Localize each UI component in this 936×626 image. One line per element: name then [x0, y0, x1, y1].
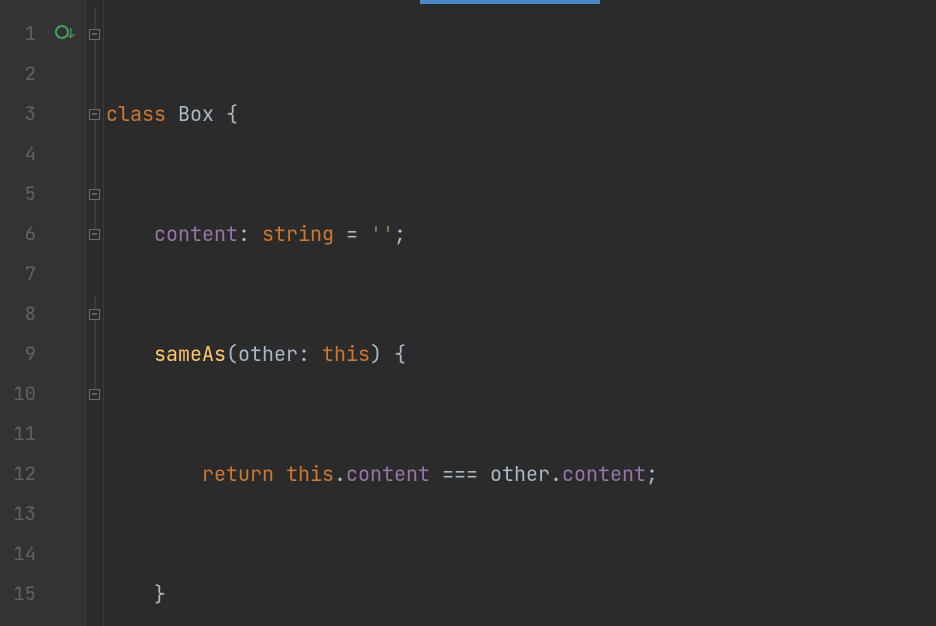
implements-navigation-icon[interactable]: ↓ — [55, 25, 73, 43]
line-number: 2 — [0, 54, 42, 94]
code-line[interactable]: content: string = ''; — [106, 214, 936, 254]
code-editor[interactable]: 1 2 3 4 5 6 7 8 9 10 11 12 13 14 15 ↓ — [0, 0, 936, 626]
fold-toggle-icon[interactable] — [89, 109, 100, 120]
fold-gutter — [86, 0, 104, 626]
line-number: 5 — [0, 174, 42, 214]
line-number: 7 — [0, 254, 42, 294]
fold-end-icon[interactable] — [89, 229, 100, 240]
line-number: 4 — [0, 134, 42, 174]
line-number: 1 — [0, 14, 42, 54]
fold-end-icon[interactable] — [89, 189, 100, 200]
line-number: 14 — [0, 534, 42, 574]
code-area[interactable]: class Box { content: string = ''; sameAs… — [104, 0, 936, 626]
fold-toggle-icon[interactable] — [89, 29, 100, 40]
line-number: 13 — [0, 494, 42, 534]
fold-toggle-icon[interactable] — [89, 309, 100, 320]
line-number: 10 — [0, 374, 42, 414]
line-number: 9 — [0, 334, 42, 374]
code-line[interactable]: return this.content === other.content; — [106, 454, 936, 494]
line-number: 15 — [0, 574, 42, 614]
code-line[interactable]: } — [106, 574, 936, 614]
code-line[interactable]: class Box { — [106, 94, 936, 134]
line-number: 12 — [0, 454, 42, 494]
line-number-gutter: 1 2 3 4 5 6 7 8 9 10 11 12 13 14 15 — [0, 0, 42, 626]
line-number: 6 — [0, 214, 42, 254]
fold-end-icon[interactable] — [89, 389, 100, 400]
line-number: 8 — [0, 294, 42, 334]
line-number: 11 — [0, 414, 42, 454]
code-line[interactable]: sameAs(other: this) { — [106, 334, 936, 374]
gutter-icon-column: ↓ — [42, 0, 86, 626]
line-number: 3 — [0, 94, 42, 134]
